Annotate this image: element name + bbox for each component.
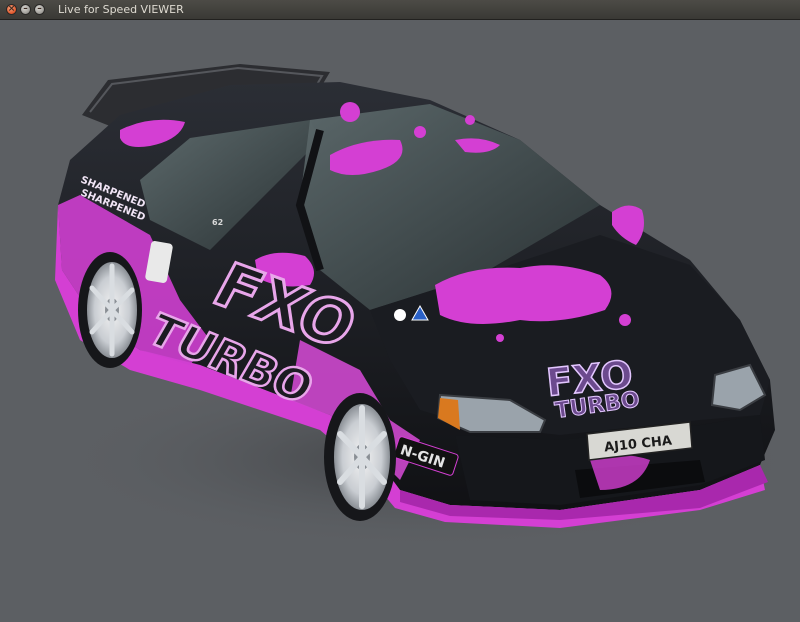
window-title: Live for Speed VIEWER (58, 3, 184, 16)
rear-wheel (78, 252, 142, 368)
maximize-icon: – (37, 4, 42, 14)
app-window: × – – Live for Speed VIEWER AJ10 CHA FXO… (0, 0, 800, 622)
sticker-e (394, 309, 406, 321)
car-render: AJ10 CHA FXO TURBO FXO TURBO SHARPENED S… (50, 64, 800, 550)
minimize-button[interactable]: – (20, 4, 31, 15)
close-button[interactable]: × (6, 4, 17, 15)
minimize-icon: – (23, 4, 28, 14)
close-icon: × (7, 4, 16, 14)
roof-number: 62 (212, 218, 223, 227)
front-wheel (324, 393, 396, 521)
title-bar[interactable]: × – – Live for Speed VIEWER (0, 0, 800, 20)
hood-splash (435, 265, 612, 324)
maximize-button[interactable]: – (34, 4, 45, 15)
3d-viewport[interactable]: AJ10 CHA FXO TURBO FXO TURBO SHARPENED S… (0, 20, 800, 622)
